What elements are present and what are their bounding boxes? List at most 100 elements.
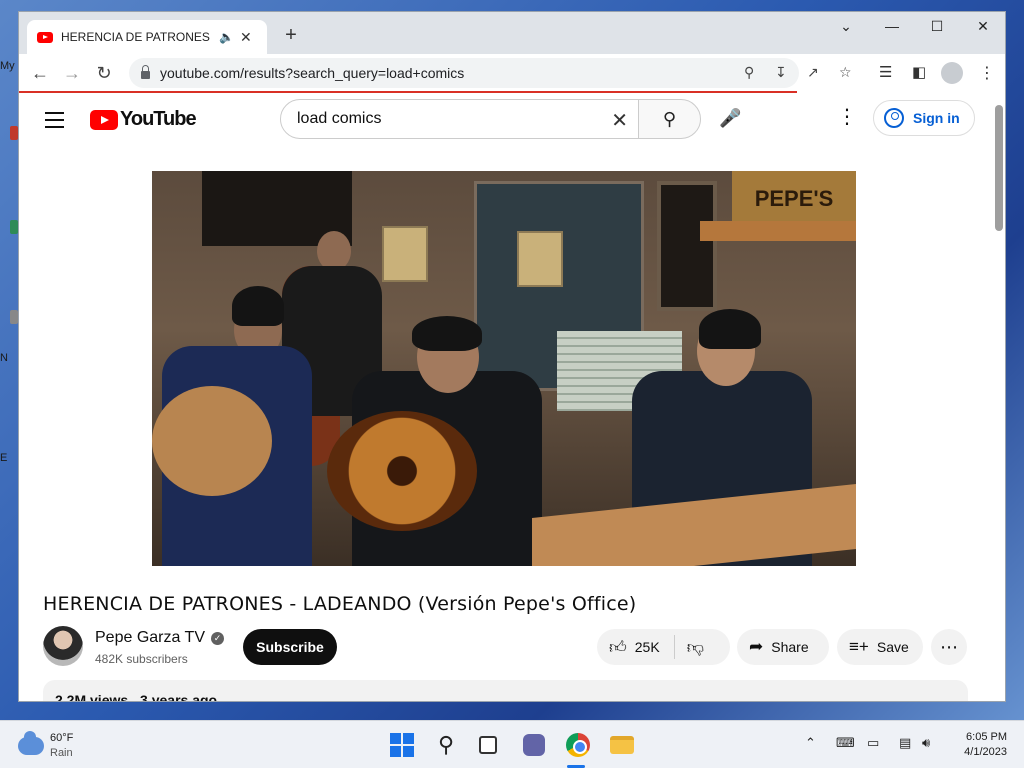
thumbs-down-icon: 👎︎ xyxy=(686,637,704,657)
share-button[interactable]: ➦ Share xyxy=(737,629,829,665)
lock-icon[interactable] xyxy=(141,65,150,79)
account-icon xyxy=(884,108,904,128)
task-view-icon xyxy=(479,736,497,754)
view-count: 2.2M views xyxy=(55,692,129,702)
desktop-app-icon[interactable] xyxy=(10,220,18,234)
reload-icon[interactable]: ↻ xyxy=(93,63,115,84)
search-icon: ⚲ xyxy=(662,109,677,129)
url-text[interactable]: youtube.com/results?search_query=load+co… xyxy=(160,65,464,81)
forward-icon[interactable]: → xyxy=(61,63,83,84)
chrome-icon xyxy=(566,733,590,757)
channel-avatar[interactable] xyxy=(43,626,83,666)
desktop-app-icon[interactable] xyxy=(10,310,18,324)
microphone-icon[interactable]: 🎤 xyxy=(719,108,741,129)
save-label: Save xyxy=(876,639,909,655)
dislike-button[interactable]: 👎︎ xyxy=(675,629,716,665)
youtube-play-icon xyxy=(90,109,118,130)
youtube-logo[interactable]: YouTube xyxy=(90,108,197,131)
browser-window: HERENCIA DE PATRONES - L 🔈 ✕ + ⌄ — ☐ ✕ ←… xyxy=(18,11,1006,702)
video-scene-person xyxy=(232,286,284,326)
system-clock[interactable]: 6:05 PM 4/1/2023 xyxy=(955,730,1007,760)
search-icon[interactable]: ⚲ xyxy=(744,64,754,81)
youtube-page: YouTube load comics ✕ ⚲ 🎤 ⋮ Sign in PEPE… xyxy=(19,93,1005,702)
chevron-up-icon[interactable]: ⌃ xyxy=(805,735,816,751)
video-scene-person xyxy=(699,309,761,349)
video-scene-plaque xyxy=(382,226,428,282)
install-icon[interactable]: ↧ xyxy=(775,64,787,81)
upload-age: 3 years ago xyxy=(140,692,218,702)
taskbar: 60°F Rain ⚲ ⌃ ⌨ ▭ ▤ 🔊︎ 6:05 PM 4/1/2023 xyxy=(0,720,1024,768)
weather-widget[interactable]: 60°F Rain xyxy=(18,731,73,761)
video-scene-sign: PEPE'S xyxy=(732,171,856,226)
clock-date: 4/1/2023 xyxy=(964,746,1007,758)
share-arrow-icon: ➦ xyxy=(749,637,764,656)
rain-cloud-icon xyxy=(18,731,44,755)
start-button[interactable] xyxy=(388,731,416,759)
side-panel-icon[interactable]: ◧ xyxy=(912,63,926,81)
address-bar[interactable]: youtube.com/results?search_query=load+co… xyxy=(129,58,852,88)
video-scene-shelf xyxy=(700,221,856,241)
bookmark-star-icon[interactable]: ☆ xyxy=(839,64,852,81)
tab-title: HERENCIA DE PATRONES - L xyxy=(61,30,213,44)
like-count: 25K xyxy=(634,639,660,655)
menu-icon[interactable] xyxy=(45,112,64,133)
video-scene-guitar xyxy=(327,411,477,531)
display-icon[interactable]: ▭ xyxy=(867,735,879,751)
minimize-icon[interactable]: — xyxy=(877,18,907,34)
network-icon[interactable]: ▤ xyxy=(899,735,911,751)
video-player[interactable]: PEPE'S xyxy=(152,171,856,566)
thumbs-up-icon: 👍︎ xyxy=(609,637,627,657)
maximize-icon[interactable]: ☐ xyxy=(922,18,952,35)
sign-in-button[interactable]: Sign in xyxy=(873,100,975,136)
weather-condition: Rain xyxy=(50,747,73,759)
description-box[interactable]: 2.2M views 3 years ago xyxy=(43,680,968,702)
video-title: HERENCIA DE PATRONES - LADEANDO (Versión… xyxy=(43,593,637,615)
logo-text: YouTube xyxy=(120,108,197,130)
weather-temperature: 60°F xyxy=(50,732,74,744)
profile-avatar[interactable] xyxy=(941,62,963,84)
more-actions-button[interactable]: ⋯ xyxy=(931,629,967,665)
browser-toolbar: ← → ↻ youtube.com/results?search_query=l… xyxy=(19,54,1005,92)
search-query[interactable]: load comics xyxy=(297,110,381,128)
teams-icon xyxy=(523,734,545,756)
search-button[interactable]: ⚲ xyxy=(638,99,701,139)
video-scene-person xyxy=(412,316,482,351)
desktop-app-icon[interactable] xyxy=(10,126,18,140)
tab-close-icon[interactable]: ✕ xyxy=(240,29,252,46)
back-icon[interactable]: ← xyxy=(29,63,51,84)
more-horizontal-icon: ⋯ xyxy=(940,636,958,657)
video-scene-guitar xyxy=(152,386,272,496)
chrome-menu-icon[interactable]: ⋮ xyxy=(979,63,995,83)
save-button[interactable]: ≡+ Save xyxy=(837,629,923,665)
page-scrollbar[interactable] xyxy=(995,105,1003,231)
new-tab-button[interactable]: + xyxy=(281,24,301,47)
playlist-add-icon: ≡+ xyxy=(849,637,869,656)
media-control-icon[interactable]: ☰ xyxy=(879,63,892,81)
teams-chat-button[interactable] xyxy=(520,731,548,759)
clock-time: 6:05 PM xyxy=(966,731,1007,743)
settings-more-icon[interactable]: ⋮ xyxy=(837,107,857,127)
volume-icon[interactable]: 🔊︎ xyxy=(922,735,930,751)
close-icon[interactable]: ✕ xyxy=(968,18,998,35)
video-scene-person xyxy=(317,231,351,271)
desktop-icon-label: My xyxy=(0,60,15,72)
channel-name[interactable]: Pepe Garza TV ✓ xyxy=(95,629,224,647)
chevron-down-icon[interactable]: ⌄ xyxy=(831,18,861,35)
subscribe-button[interactable]: Subscribe xyxy=(243,629,337,665)
search-input[interactable]: load comics ✕ xyxy=(280,99,639,139)
tab-active[interactable]: HERENCIA DE PATRONES - L 🔈 ✕ xyxy=(27,20,267,54)
video-scene-frame xyxy=(657,181,717,311)
file-explorer-button[interactable] xyxy=(608,731,636,759)
search-icon[interactable]: ⚲ xyxy=(432,731,460,759)
clear-search-icon[interactable]: ✕ xyxy=(611,108,628,133)
channel-name-text[interactable]: Pepe Garza TV xyxy=(95,629,205,646)
youtube-favicon-icon xyxy=(37,31,53,43)
task-view-button[interactable] xyxy=(474,731,502,759)
share-icon[interactable]: ↗ xyxy=(807,64,819,81)
chrome-taskbar-button[interactable] xyxy=(564,731,592,759)
tab-bar: HERENCIA DE PATRONES - L 🔈 ✕ + ⌄ — ☐ ✕ xyxy=(19,12,1005,54)
keyboard-icon[interactable]: ⌨ xyxy=(836,735,855,751)
speaker-icon[interactable]: 🔈 xyxy=(219,30,234,44)
desktop-icon-label: E xyxy=(0,452,8,464)
like-button[interactable]: 👍︎ 25K xyxy=(597,629,674,665)
